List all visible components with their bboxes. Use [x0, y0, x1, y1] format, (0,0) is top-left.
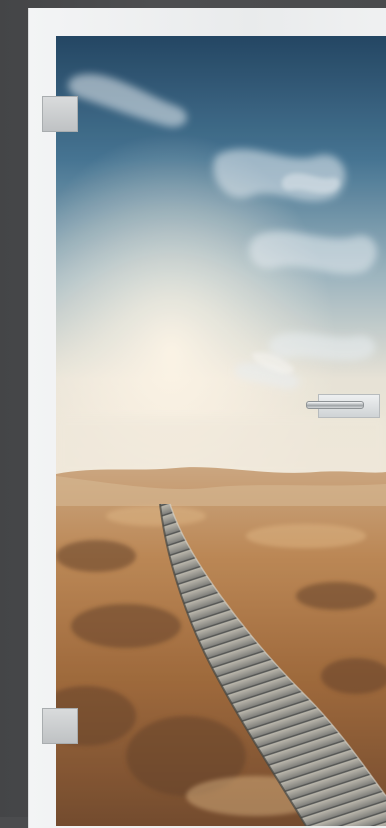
- door-photo-print: [56, 36, 386, 826]
- bottom-hinge: [42, 708, 78, 744]
- door-handle[interactable]: [306, 401, 364, 409]
- glass-door-panel: [56, 36, 386, 826]
- top-hinge: [42, 96, 78, 132]
